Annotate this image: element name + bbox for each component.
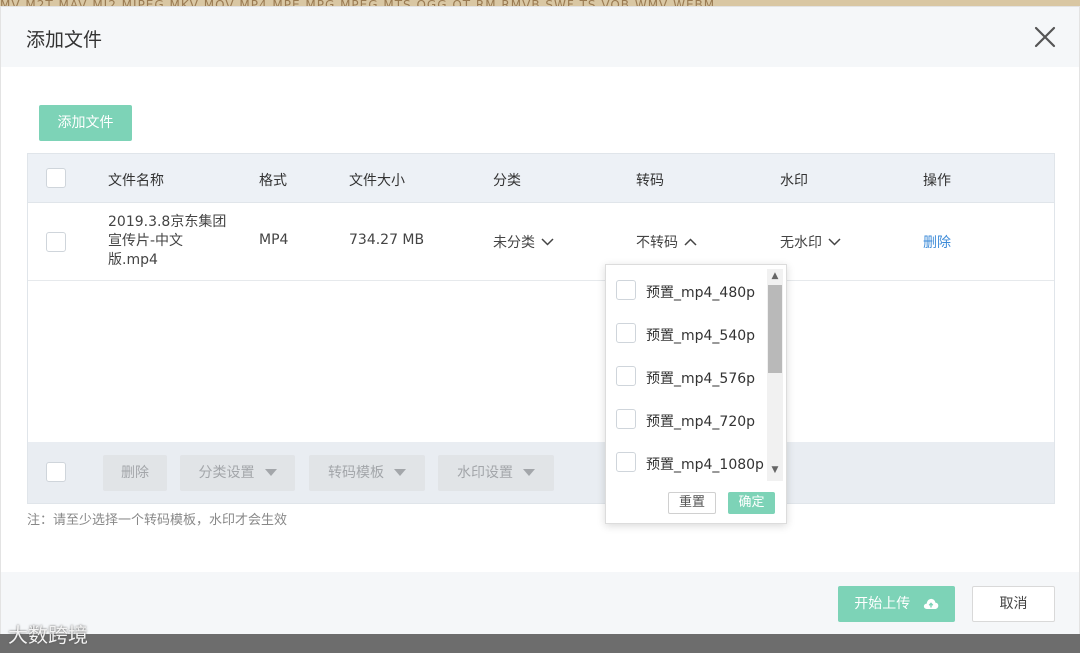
header-file-size: 文件大小 xyxy=(349,173,405,189)
header-file-name: 文件名称 xyxy=(108,173,164,189)
option-label: 预置_mp4_1080p xyxy=(646,457,764,473)
dialog-title: 添加文件 xyxy=(26,29,103,51)
reset-button[interactable]: 重置 xyxy=(668,492,716,514)
option-checkbox[interactable] xyxy=(616,280,636,300)
watermark-settings-label: 水印设置 xyxy=(457,465,513,481)
chevron-down-icon xyxy=(828,234,841,250)
file-format: MP4 xyxy=(259,232,289,248)
chevron-down-icon xyxy=(541,234,554,250)
transcode-options-popup: 预置_mp4_480p 预置_mp4_540p 预置_mp4_576p 预置_m… xyxy=(605,264,787,524)
close-icon[interactable] xyxy=(1031,23,1059,51)
chevron-up-icon xyxy=(684,234,697,250)
header-category: 分类 xyxy=(493,173,521,189)
scroll-down-icon[interactable]: ▼ xyxy=(767,463,783,477)
bulk-delete-button[interactable]: 删除 xyxy=(103,455,167,491)
bottom-bar xyxy=(0,634,1080,653)
file-table: 文件名称 格式 文件大小 分类 转码 水印 操作 2019.3.8京东集团 宣传… xyxy=(27,153,1055,504)
transcode-template-button[interactable]: 转码模板 xyxy=(309,455,425,491)
file-name-line: 版.mp4 xyxy=(108,252,158,268)
hint-note: 注：请至少选择一个转码模板，水印才会生效 xyxy=(27,513,288,528)
file-name-cell: 2019.3.8京东集团 宣传片-中文 版.mp4 xyxy=(108,213,238,270)
start-upload-label: 开始上传 xyxy=(854,596,911,612)
caret-down-icon xyxy=(523,469,535,476)
cancel-button[interactable]: 取消 xyxy=(972,586,1055,622)
file-size: 734.27 MB xyxy=(349,232,425,248)
add-file-dialog: 添加文件 添加文件 文件名称 格式 文件大小 分类 转码 水印 操作 2019.… xyxy=(0,6,1080,634)
caret-down-icon xyxy=(394,469,406,476)
row-checkbox[interactable] xyxy=(46,232,66,252)
header-format: 格式 xyxy=(259,173,287,189)
delete-link[interactable]: 删除 xyxy=(923,232,951,252)
watermark-dropdown[interactable]: 无水印 xyxy=(780,232,841,252)
transcode-dropdown[interactable]: 不转码 xyxy=(636,232,697,252)
watermark-text: 大数跨境 xyxy=(8,623,88,647)
file-name-line: 宣传片-中文 xyxy=(108,233,184,249)
category-settings-button[interactable]: 分类设置 xyxy=(180,455,295,491)
header-actions: 操作 xyxy=(923,173,951,189)
add-file-button[interactable]: 添加文件 xyxy=(39,105,132,141)
option-checkbox[interactable] xyxy=(616,452,636,472)
option-checkbox[interactable] xyxy=(616,409,636,429)
category-dropdown[interactable]: 未分类 xyxy=(493,232,554,252)
dialog-header: 添加文件 xyxy=(1,7,1079,67)
table-header: 文件名称 格式 文件大小 分类 转码 水印 操作 xyxy=(28,154,1054,203)
start-upload-button[interactable]: 开始上传 xyxy=(838,586,955,622)
caret-down-icon xyxy=(264,469,277,476)
transcode-template-label: 转码模板 xyxy=(328,465,384,481)
watermark-value: 无水印 xyxy=(780,235,822,251)
option-label: 预置_mp4_720p xyxy=(646,414,756,430)
table-footer-bar: 删除 分类设置 转码模板 水印设置 xyxy=(28,442,1054,503)
table-row: 2019.3.8京东集团 宣传片-中文 版.mp4 MP4 734.27 MB … xyxy=(28,203,1054,281)
category-value: 未分类 xyxy=(493,235,535,251)
scrollbar-thumb[interactable] xyxy=(768,285,782,373)
category-settings-label: 分类设置 xyxy=(198,465,255,481)
option-label: 预置_mp4_480p xyxy=(646,285,756,301)
watermark-settings-button[interactable]: 水印设置 xyxy=(438,455,554,491)
option-checkbox[interactable] xyxy=(616,366,636,386)
header-transcode: 转码 xyxy=(636,173,664,189)
watermark-logo: 大数跨境 xyxy=(8,619,88,648)
option-checkbox[interactable] xyxy=(616,323,636,343)
file-name-line: 2019.3.8京东集团 xyxy=(108,214,227,230)
option-label: 预置_mp4_576p xyxy=(646,371,756,387)
select-all-checkbox[interactable] xyxy=(46,168,66,188)
cloud-upload-icon xyxy=(923,588,939,624)
scroll-up-icon[interactable]: ▲ xyxy=(767,269,783,283)
confirm-button[interactable]: 确定 xyxy=(728,492,775,514)
footer-select-all-checkbox[interactable] xyxy=(46,462,66,482)
dialog-footer: 开始上传 取消 xyxy=(1,572,1079,634)
transcode-value: 不转码 xyxy=(636,235,678,251)
option-label: 预置_mp4_540p xyxy=(646,328,756,344)
header-watermark: 水印 xyxy=(780,173,808,189)
